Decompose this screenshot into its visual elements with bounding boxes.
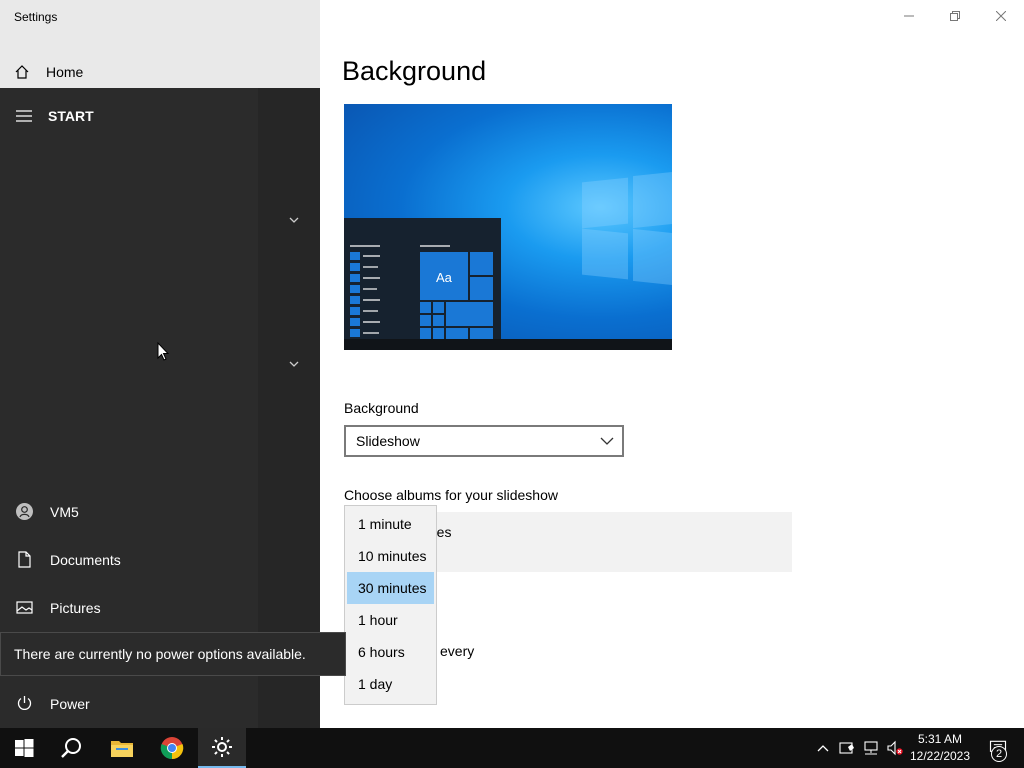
taskbar-clock[interactable]: 5:31 AM 12/22/2023 xyxy=(906,731,974,765)
start-item-documents[interactable]: Documents xyxy=(16,551,121,568)
hamburger-icon xyxy=(16,110,32,122)
taskbar: 5:31 AM 12/22/2023 xyxy=(0,728,1024,768)
desktop-preview: Aa xyxy=(344,104,672,350)
start-item-label: Documents xyxy=(50,551,121,568)
windows-start-icon xyxy=(15,739,34,757)
file-explorer-icon xyxy=(111,741,133,757)
interval-option[interactable]: 1 minute xyxy=(347,508,434,540)
close-button[interactable] xyxy=(978,0,1024,32)
interval-option[interactable]: 1 hour xyxy=(347,604,434,636)
chevron-down-icon[interactable] xyxy=(288,360,300,368)
volume-muted-icon xyxy=(887,740,903,756)
chrome-button[interactable] xyxy=(148,728,196,768)
preview-taskbar xyxy=(344,339,672,350)
mouse-cursor-icon xyxy=(157,342,169,361)
background-dropdown[interactable]: Slideshow xyxy=(344,425,624,457)
pictures-icon xyxy=(16,601,33,614)
start-item-user[interactable]: VM5 xyxy=(16,503,79,520)
albums-label: Choose albums for your slideshow xyxy=(344,487,558,503)
background-label: Background xyxy=(344,400,419,416)
background-dropdown-value: Slideshow xyxy=(356,433,420,449)
restore-button[interactable] xyxy=(932,0,978,32)
settings-taskbar-button[interactable] xyxy=(198,728,246,768)
chevron-up-icon xyxy=(817,745,829,752)
security-center-icon xyxy=(839,742,854,754)
chrome-icon xyxy=(160,737,184,760)
start-item-label: VM5 xyxy=(50,503,79,520)
start-item-label: Power xyxy=(50,695,90,712)
minimize-button[interactable] xyxy=(886,0,932,32)
interval-dropdown-list: 1 minute 10 minutes 30 minutes 1 hour 6 … xyxy=(344,505,437,705)
clock-date: 12/22/2023 xyxy=(909,749,971,763)
start-item-pictures[interactable]: Pictures xyxy=(16,599,101,616)
interval-option-selected[interactable]: 30 minutes xyxy=(347,572,434,604)
document-icon xyxy=(18,551,31,568)
app-title: Settings xyxy=(14,10,58,24)
nav-home[interactable]: Home xyxy=(14,64,83,80)
network-icon xyxy=(864,741,878,755)
user-avatar-icon xyxy=(16,503,33,520)
interval-option[interactable]: 6 hours xyxy=(347,636,434,668)
file-explorer-button[interactable] xyxy=(98,728,146,768)
start-item-power[interactable]: Power xyxy=(16,695,90,712)
chevron-down-icon xyxy=(600,437,614,445)
start-button[interactable] xyxy=(0,728,48,768)
search-button[interactable] xyxy=(48,728,96,768)
show-hidden-icons-button[interactable] xyxy=(814,728,832,768)
search-icon xyxy=(61,738,81,758)
interval-option[interactable]: 1 day xyxy=(347,668,434,700)
clock-time: 5:31 AM xyxy=(917,732,963,746)
nav-home-label: Home xyxy=(46,64,84,80)
preview-tile-text: Aa xyxy=(436,270,452,285)
power-icon xyxy=(17,696,32,710)
close-icon xyxy=(996,11,1006,21)
restore-icon xyxy=(950,11,960,21)
page-title: Background xyxy=(342,56,487,86)
chevron-down-icon[interactable] xyxy=(288,216,300,224)
interval-option[interactable]: 10 minutes xyxy=(347,540,434,572)
volume-tray-button[interactable] xyxy=(885,728,905,768)
notification-count-badge: 2 xyxy=(991,746,1007,762)
security-tray-button[interactable] xyxy=(837,728,857,768)
network-tray-button[interactable] xyxy=(861,728,881,768)
preview-start-menu: Aa xyxy=(344,218,501,339)
start-item-label: Pictures xyxy=(50,599,101,616)
home-icon xyxy=(15,65,29,79)
start-header-label: START xyxy=(48,108,94,124)
settings-gear-icon xyxy=(212,737,232,757)
window-controls xyxy=(886,0,1024,32)
minimize-icon xyxy=(904,15,914,17)
power-tooltip: There are currently no power options ava… xyxy=(0,632,346,676)
start-menu-expand[interactable]: START xyxy=(16,108,94,124)
change-every-label: every xyxy=(440,643,475,659)
